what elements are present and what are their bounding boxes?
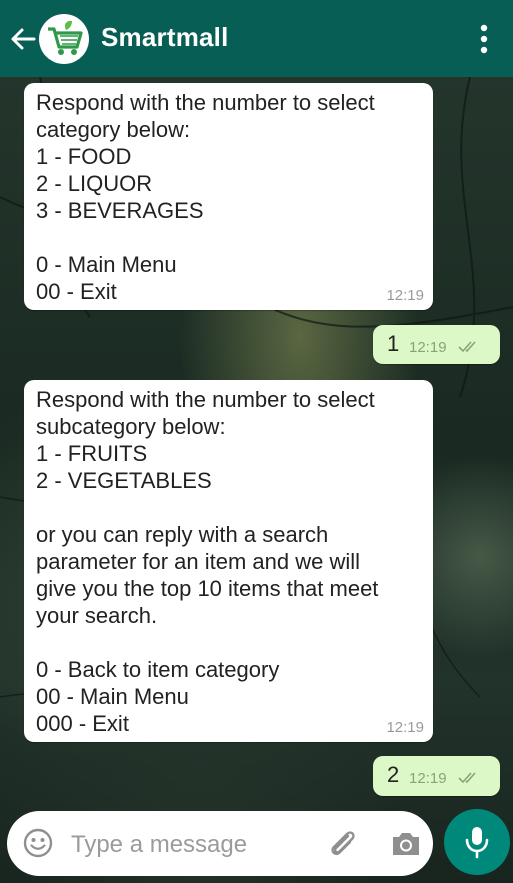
more-vert-icon[interactable] <box>474 22 494 56</box>
camera-icon[interactable] <box>389 828 423 860</box>
message-time: 12:19 <box>409 339 447 356</box>
avatar[interactable] <box>39 14 89 64</box>
message-text: Respond with the number to select subcat… <box>36 387 379 736</box>
mic-icon <box>465 827 489 859</box>
chat-title[interactable]: Smartmall <box>101 22 229 53</box>
message-text: Respond with the number to select catego… <box>36 90 375 304</box>
message-bubble-incoming[interactable]: Respond with the number to select catego… <box>24 83 433 310</box>
message-time: 12:19 <box>386 719 424 736</box>
message-time: 12:19 <box>409 770 447 787</box>
emoji-icon[interactable] <box>22 827 54 859</box>
message-input[interactable] <box>69 824 313 866</box>
voice-message-button[interactable] <box>444 809 510 875</box>
chat-header: Smartmall <box>0 0 513 77</box>
message-composer <box>7 811 433 876</box>
shopping-cart-logo <box>40 15 88 63</box>
read-double-check-icon <box>458 772 476 784</box>
read-double-check-icon <box>458 341 476 353</box>
arrow-left-icon[interactable] <box>8 24 38 54</box>
message-text: 1 <box>387 331 400 356</box>
message-bubble-outgoing[interactable]: 2 12:19 <box>373 756 500 796</box>
message-text: 2 <box>387 762 400 787</box>
message-time: 12:19 <box>386 287 424 304</box>
message-bubble-incoming[interactable]: Respond with the number to select subcat… <box>24 380 433 742</box>
message-bubble-outgoing[interactable]: 1 12:19 <box>373 325 500 364</box>
attach-icon[interactable] <box>325 827 359 861</box>
